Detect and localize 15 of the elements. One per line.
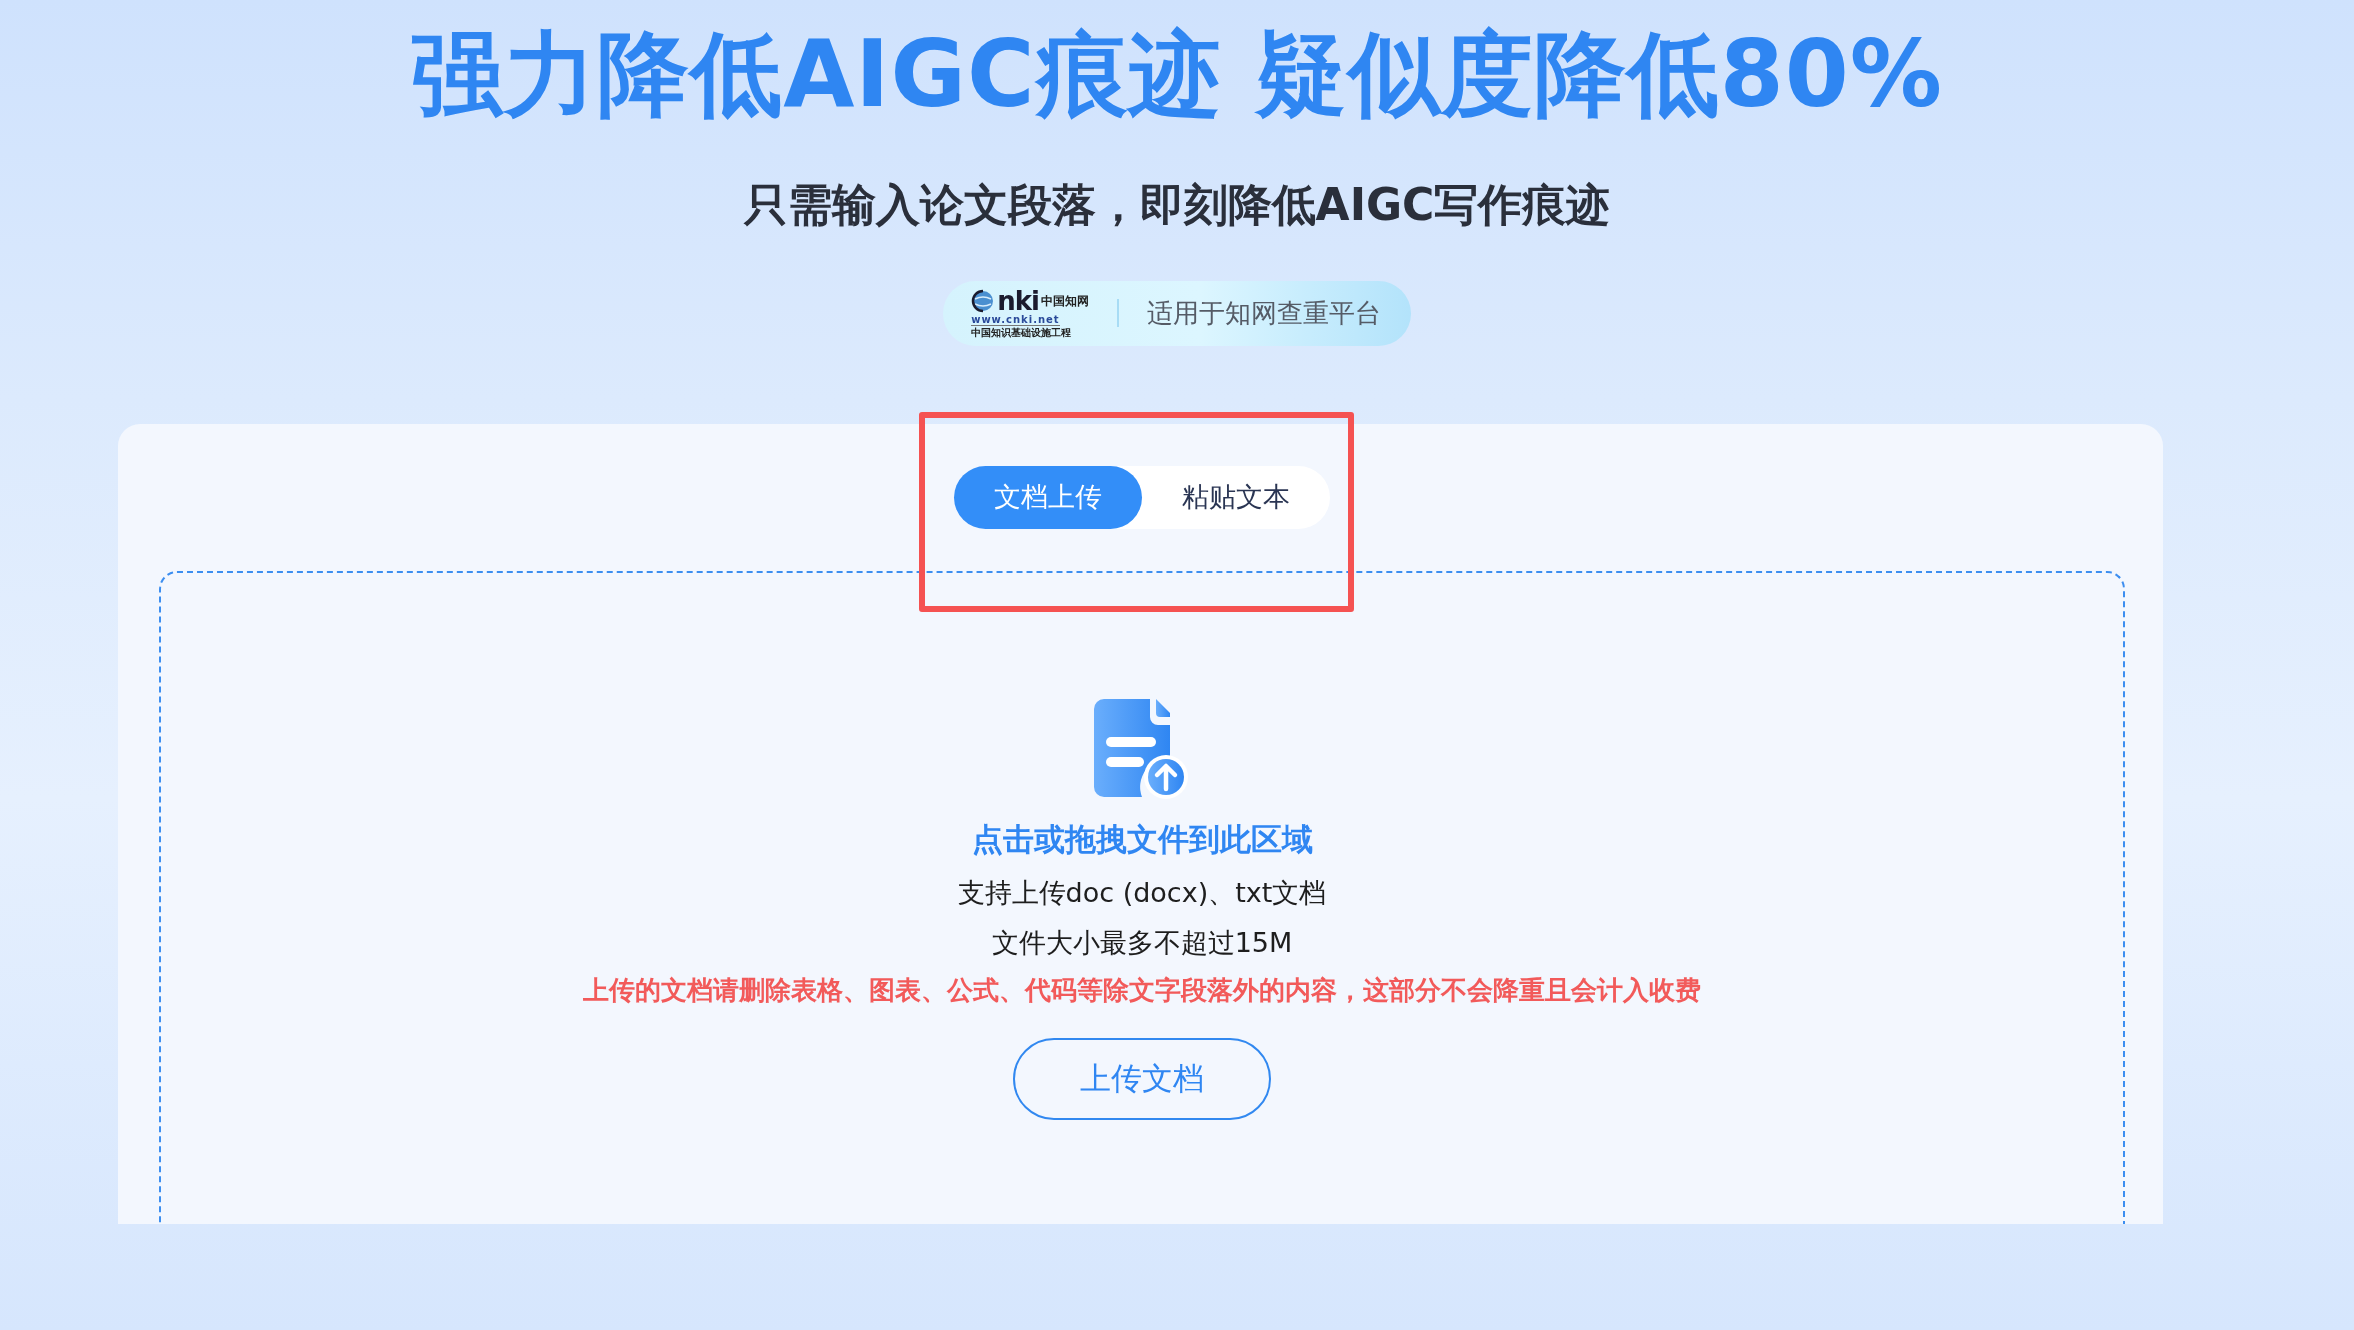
logo-mark: nki (997, 288, 1039, 315)
drop-prompt: 点击或拖拽文件到此区域 (971, 819, 1313, 859)
tab[interactable]: 粘贴文本 (1142, 465, 1330, 529)
size-hint: 文件大小最多不超过15M (991, 925, 1293, 960)
logo-name: 中国知网 (1040, 292, 1089, 310)
subtitle: 只需输入论文段落，即刻降低AIGC写作痕迹 (743, 177, 1611, 232)
logo-tagline: 中国知识基础设施工程 (971, 327, 1072, 339)
globe-icon (971, 289, 996, 314)
logo-url: www.cnki.net (971, 315, 1060, 327)
badge-text: 适用于知网查重平台 (1146, 296, 1381, 330)
document-upload-icon (1093, 698, 1191, 799)
page-title: 强力降低AIGC痕迹 疑似度降低80% (411, 22, 1943, 128)
drop-zone[interactable]: 点击或拖拽文件到此区域 支持上传doc (docx)、txt文档 文件大小最多不超过15M 上传的文档请删除表格、图表、公式、代码等除文字段落外的内容，这部分不会降重且会计入收费 上传文档 (159, 570, 2125, 1224)
format-hint: 支持上传doc (docx)、txt文档 (957, 875, 1327, 910)
warning-text: 上传的文档请删除表格、图表、公式、代码等除文字段落外的内容，这部分不会降重且会计入收费 (583, 973, 1701, 1007)
